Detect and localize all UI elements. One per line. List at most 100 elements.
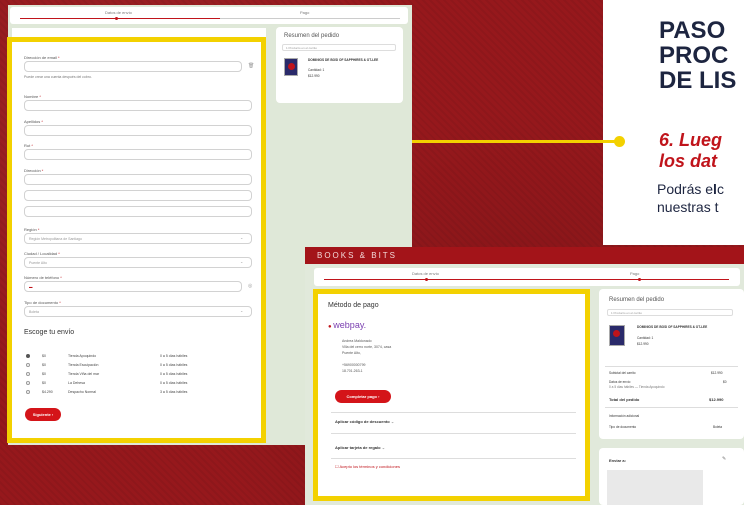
summary-products-select[interactable]: 1 Producto en el carrito (607, 309, 733, 316)
stepper-label-shipping: Datos de envío (105, 10, 132, 15)
subtotal-value: $12.990 (711, 371, 723, 375)
book-cover-image (609, 325, 625, 346)
ship-eta: 0 a 5 días hábiles (160, 363, 188, 367)
ship-name: Despacho Normal (68, 390, 97, 394)
shipping-options-title: Escoge tu envío (24, 329, 75, 336)
map-placeholder (607, 470, 703, 505)
address-line3-field[interactable] (24, 206, 252, 217)
order-summary-card: Resumen del pedido 1 Producto en el carr… (276, 27, 403, 103)
doctype-label: Tipo de documento * (24, 300, 61, 305)
help-icon[interactable]: ◎ (248, 283, 252, 289)
shipping-option[interactable]: $0 Tienda Escuipación 0 a 5 días hábiles (26, 362, 251, 370)
divider (331, 458, 576, 459)
para-text: Podrás e (657, 181, 714, 197)
stepper-dot-shipping (115, 17, 118, 20)
region-select[interactable]: Región Metropolitana de Santiago (24, 233, 252, 244)
step-line-1: 6. Lueg (659, 130, 723, 150)
edit-pencil-icon[interactable]: ✎ (722, 456, 726, 462)
heading-line-2: PROC (659, 42, 729, 69)
chevron-down-icon: ⌄ (381, 445, 386, 450)
total-value: $12.990 (709, 397, 724, 402)
gift-card-toggle[interactable]: Aplicar tarjeta de regalo ⌄ (335, 445, 385, 450)
radio-button[interactable] (26, 372, 30, 376)
ship-price: $0 (42, 372, 46, 376)
next-button[interactable]: Siguiente › (25, 408, 61, 421)
shipping-option[interactable]: $0 La Dehesa 0 a 5 días hábiles (26, 380, 251, 388)
callout-connector-dot (614, 136, 625, 147)
summary-price: $12.990 (637, 342, 649, 346)
subtotal-label: Subtotal del carrito (609, 371, 636, 375)
stepper-label-payment: Pago (300, 10, 310, 15)
trash-icon[interactable]: 🗑 (248, 63, 254, 69)
doc-type-label: Tipo de documento (609, 425, 637, 429)
para-text-rest: c (716, 181, 724, 197)
stepper-label-payment: Pago (630, 271, 640, 276)
ship-price: $0 (42, 363, 46, 367)
rut-field[interactable] (24, 149, 252, 160)
chevron-down-icon: ⌄ (240, 259, 244, 264)
radio-button[interactable] (26, 363, 30, 367)
para-line-2: nuestras t (657, 199, 719, 215)
radio-button[interactable] (26, 354, 30, 358)
summary-book-title: DOMINIOS DE BOSI OF SAPPHIRES & OT-LEE (308, 58, 379, 62)
phone-field[interactable]: ▬ (24, 281, 242, 292)
ship-name: La Dehesa (68, 381, 85, 385)
ship-name: Tienda Viña del mar (68, 372, 100, 376)
para-line-1: Podrás elc (657, 180, 724, 198)
ship-price: $0 (42, 354, 46, 358)
chevron-down-icon: ⌄ (240, 308, 244, 313)
shipping-option[interactable]: $4.290 Despacho Normal 3 a 5 días hábile… (26, 389, 251, 397)
phone-label: Número de teléfono * (24, 275, 62, 280)
shipping-label: Datos de envío (609, 380, 631, 384)
shipping-note: 0 a 5 días hábiles — Tienda Apoquindo (609, 385, 665, 389)
radio-button[interactable] (26, 390, 30, 394)
email-hint: Puede crear una cuenta después del cobro… (24, 75, 92, 79)
shipping-form: Dirección de email * 🗑 Puede crear una c… (12, 42, 261, 438)
email-field[interactable] (24, 61, 242, 72)
email-label: Dirección de email * (24, 55, 60, 60)
discount-code-toggle[interactable]: Aplicar código de descuento ⌄ (335, 419, 394, 424)
ship-eta: 3 a 5 días hábiles (160, 390, 188, 394)
ship-price: $4.290 (42, 390, 53, 394)
name-field[interactable] (24, 100, 252, 111)
heading-line-1: PASO (659, 17, 726, 44)
payment-title: Método de pago (328, 302, 379, 309)
billing-address: Andrea Maldonado Villa del cerro norte, … (342, 338, 391, 374)
stepper-dot-payment (638, 278, 641, 281)
slide-heading: PASO PROC DE LIS (659, 18, 736, 93)
stepper-label-shipping: Datos de envío (412, 271, 439, 276)
heading-line-3: DE LIS (659, 67, 737, 94)
summary-products-select[interactable]: 1 Producto en el carrito (282, 44, 396, 51)
chevron-down-icon: ⌄ (390, 419, 395, 424)
step-line-2: los dat (659, 151, 718, 171)
slide-paragraph: Podrás elc nuestras t (657, 180, 724, 216)
arrow-right-icon: › (51, 412, 54, 417)
step-title: 6. Lueg los dat (659, 130, 722, 172)
city-select[interactable]: Puente Alto (24, 257, 252, 268)
shipping-option[interactable]: $0 Tienda Viña del mar 0 a 5 días hábile… (26, 371, 251, 379)
address-field[interactable] (24, 174, 252, 185)
radio-button[interactable] (26, 381, 30, 385)
stepper-progress (324, 279, 729, 280)
divider (605, 366, 738, 367)
divider (331, 433, 576, 434)
summary-qty: Cantidad: 1 (637, 336, 654, 340)
webpay-logo[interactable]: ● webpay. (328, 320, 366, 330)
complete-payment-button[interactable]: Completar pago › (335, 390, 391, 403)
store-logo-text[interactable]: BOOKS & BITS (317, 251, 397, 260)
extra-info-label: Información adicional (609, 414, 640, 418)
book-cover-image (284, 58, 298, 76)
surname-label: Apellidos * (24, 119, 43, 124)
ship-to-card: Enviar a: ✎ (599, 448, 744, 505)
chile-flag-icon[interactable]: ▬ (29, 285, 33, 289)
shipping-value: $0 (723, 380, 727, 384)
doctype-select[interactable]: Boleta (24, 306, 252, 317)
address-line2-field[interactable] (24, 190, 252, 201)
summary-qty: Cantidad: 1 (308, 68, 325, 72)
divider (605, 407, 738, 408)
ship-eta: 0 a 5 días hábiles (160, 372, 188, 376)
stepper-dot-shipping (425, 278, 428, 281)
terms-checkbox[interactable]: ☐ Acepto los términos y condiciones (335, 464, 400, 469)
shipping-option[interactable]: $0 Tienda Apoquindo 0 a 5 días hábiles (26, 353, 251, 361)
surname-field[interactable] (24, 125, 252, 136)
